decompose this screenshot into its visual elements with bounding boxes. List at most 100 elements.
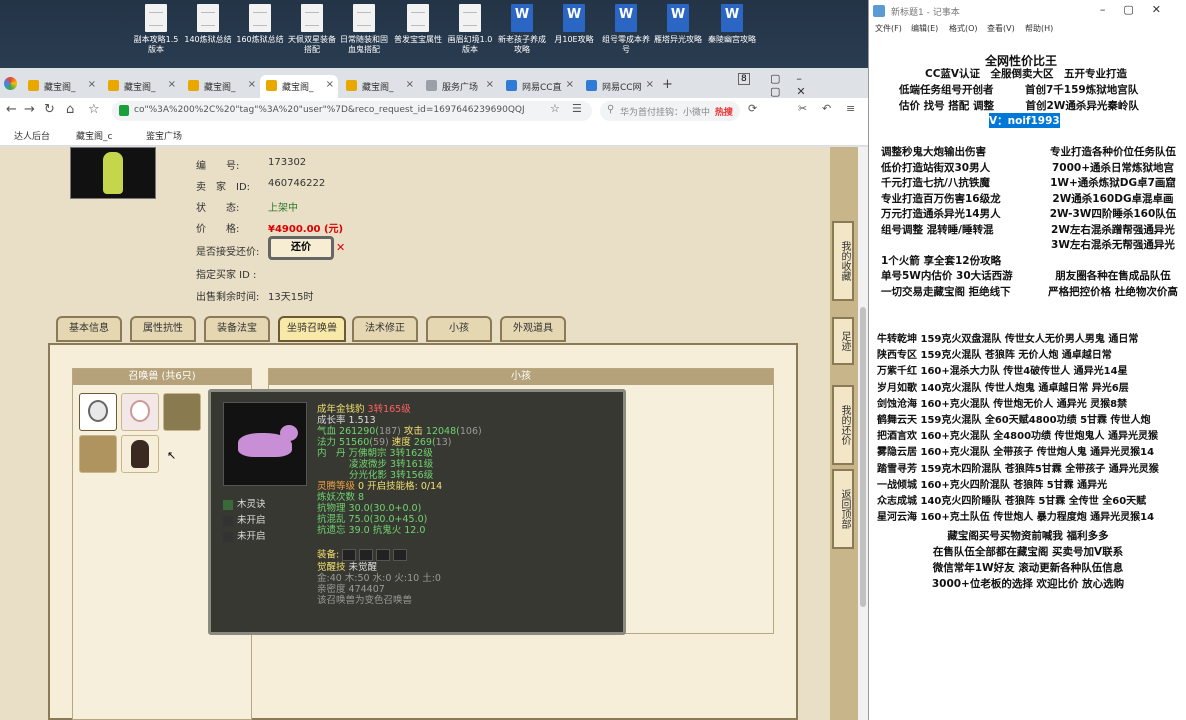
- tab-label: 藏宝阁_: [282, 83, 314, 93]
- pet-skill: 未开启: [223, 528, 266, 542]
- skill-icon: [223, 515, 233, 526]
- notepad-line: 估价 找号 搭配 调整 首创2W通杀异光秦岭队: [899, 100, 1139, 112]
- page-scrollbar[interactable]: [858, 147, 868, 720]
- notepad-text-area[interactable]: 全网性价比王 CC蓝V认证 全服倒卖大区 五开专业打造 低端任务组号开创者 首创7千…: [869, 40, 1186, 720]
- menu-format[interactable]: 格式(O): [949, 23, 978, 34]
- tab-appearance[interactable]: 外观道具: [500, 316, 566, 342]
- tab-close-icon[interactable]: ×: [168, 79, 176, 90]
- pet-portrait: [223, 402, 307, 486]
- reload-icon[interactable]: ↻: [44, 102, 55, 117]
- menu-file[interactable]: 文件(F): [875, 23, 902, 34]
- tab-mounts-pets[interactable]: 坐骑召唤兽: [278, 316, 346, 342]
- browser-tab[interactable]: 服务广场 ×: [420, 75, 498, 98]
- tab-basic-info[interactable]: 基本信息: [56, 316, 122, 342]
- tab-children[interactable]: 小孩: [426, 316, 492, 342]
- tab-label: 藏宝阁_: [44, 83, 76, 93]
- pet-slot[interactable]: [79, 435, 117, 473]
- word-document-icon: [615, 4, 637, 32]
- notepad-line: 千元打造七抗/八抗铁魔: [881, 177, 990, 189]
- menu-edit[interactable]: 编辑(E): [911, 23, 938, 34]
- browser-tab[interactable]: 网易CC直 ×: [500, 75, 578, 98]
- close-icon[interactable]: ✕: [336, 241, 345, 254]
- pet-mp: 法力 51560(: [317, 437, 373, 448]
- desktop-file-icon[interactable]: 组号零成本养号: [600, 4, 652, 55]
- search-input[interactable]: ⚲ 华为首付挂钩：小微中 热搜: [600, 101, 740, 121]
- back-to-top-button[interactable]: 返回顶部: [832, 469, 854, 549]
- tab-equipment[interactable]: 装备法宝: [204, 316, 270, 342]
- menu-view[interactable]: 查看(V): [987, 23, 1015, 34]
- browser-tab[interactable]: 藏宝阁_ ×: [260, 75, 338, 98]
- desktop-file-icon[interactable]: 月10E攻略: [548, 4, 600, 45]
- bookmark-item[interactable]: 达人后台: [14, 129, 50, 142]
- desktop-file-icon[interactable]: 秦陵幽宫攻略: [706, 4, 758, 45]
- new-tab-button[interactable]: +: [662, 77, 673, 92]
- list-icon[interactable]: ☰: [572, 102, 582, 115]
- desktop-file-label: 新老孩子养成攻略: [498, 35, 546, 54]
- tab-close-icon[interactable]: ×: [566, 79, 574, 90]
- bookmark-item[interactable]: 藏宝阁_c: [76, 129, 112, 142]
- tab-close-icon[interactable]: ×: [248, 79, 256, 90]
- star-icon[interactable]: ☆: [550, 102, 560, 115]
- desktop-icons-bar: 副本攻略1.5版本 140炼狱总结 160炼狱总结 天佩双星装备搭配 日常随装和固血鬼搭…: [0, 0, 868, 68]
- notepad-line: CC蓝V认证 全服倒卖大区 五开专业打造: [925, 68, 1128, 80]
- forward-icon[interactable]: →: [24, 102, 35, 117]
- tab-favicon-icon: [346, 80, 357, 91]
- tab-attributes[interactable]: 属性抗性: [130, 316, 196, 342]
- desktop-file-icon[interactable]: 新老孩子养成攻略: [496, 4, 548, 55]
- pet-slot[interactable]: [121, 393, 159, 431]
- tab-close-icon[interactable]: ×: [88, 79, 96, 90]
- footprint-button[interactable]: 足迹: [832, 317, 854, 365]
- extension-icon[interactable]: ⟳: [748, 102, 757, 115]
- browser-tab[interactable]: 藏宝阁_ ×: [102, 75, 180, 98]
- desktop-file-icon[interactable]: 天佩双星装备搭配: [286, 4, 338, 55]
- undo-icon[interactable]: ↶: [822, 102, 831, 115]
- field-value: 13天15时: [268, 292, 314, 303]
- back-icon[interactable]: ←: [6, 102, 17, 117]
- desktop-file-icon[interactable]: 140炼狱总结: [182, 4, 234, 45]
- equip-slot: [342, 549, 357, 561]
- tab-close-icon[interactable]: ×: [326, 79, 334, 90]
- notepad-line: 雾隐云居 160+克火混队 全带孩子 传世炮人鬼 通异光灵猴14: [877, 447, 1155, 459]
- menu-help[interactable]: 帮助(H): [1025, 23, 1053, 34]
- desktop-file-icon[interactable]: 雁塔异光攻略: [652, 4, 704, 45]
- bookmark-item[interactable]: 鉴宝广场: [146, 129, 182, 142]
- text-document-icon: [407, 4, 429, 32]
- notepad-line: 微信常年1W好友 滚动更新各种队伍信息: [932, 562, 1124, 574]
- pet-slot[interactable]: [79, 393, 117, 431]
- menu-icon[interactable]: ≡: [846, 102, 855, 115]
- desktop-file-icon[interactable]: 普发宝宝属性: [392, 4, 444, 45]
- browser-logo-icon[interactable]: [4, 77, 17, 90]
- cut-icon[interactable]: ✂: [798, 102, 807, 115]
- equip-slot: [393, 549, 408, 561]
- my-favorites-button[interactable]: 我的收藏: [832, 221, 854, 301]
- browser-tab[interactable]: 网易CC网 ×: [580, 75, 658, 98]
- bookmark-star-icon[interactable]: ☆: [88, 102, 100, 117]
- notepad-window-controls[interactable]: –▢✕: [1100, 3, 1179, 16]
- desktop-file-icon[interactable]: 副本攻略1.5版本: [130, 4, 182, 55]
- pet-slot[interactable]: [163, 393, 201, 431]
- tab-close-icon[interactable]: ×: [646, 79, 654, 90]
- browser-tab[interactable]: 藏宝阁_ ×: [22, 75, 100, 98]
- word-document-icon: [667, 4, 689, 32]
- my-offers-button[interactable]: 我的还价: [832, 385, 854, 465]
- notepad-icon: [873, 5, 885, 17]
- pet-resist: 抗混乱 75.0(30.0+45.0): [317, 514, 428, 525]
- field-label: 指定买家 ID :: [196, 270, 257, 281]
- desktop-file-icon[interactable]: 日常随装和固血鬼搭配: [338, 4, 390, 55]
- url-input[interactable]: co"%3A%200%2C%20"tag"%3A%20"user"%7D&rec…: [112, 101, 592, 121]
- counter-offer-button[interactable]: 还价: [268, 236, 334, 260]
- browser-tab[interactable]: 藏宝阁_ ×: [340, 75, 418, 98]
- home-icon[interactable]: ⌂: [66, 102, 74, 117]
- notepad-line: 踏雪寻芳 159克木四阶混队 苍狼阵5甘霖 全带孩子 通异光灵猴: [877, 463, 1159, 475]
- notepad-line: 岁月如歌 140克火混队 传世人炮鬼 通卓越日常 异光6层: [877, 382, 1129, 394]
- tab-close-icon[interactable]: ×: [406, 79, 414, 90]
- pet-slot[interactable]: [121, 435, 159, 473]
- desktop-file-icon[interactable]: 160炼狱总结: [234, 4, 286, 45]
- browser-tab[interactable]: 藏宝阁_ ×: [182, 75, 260, 98]
- tab-spells[interactable]: 法术修正: [352, 316, 418, 342]
- detail-box-title: 小孩: [269, 369, 773, 385]
- tab-close-icon[interactable]: ×: [486, 79, 494, 90]
- desktop-file-icon[interactable]: 画眉幻境1.0版本: [444, 4, 496, 55]
- window-controls[interactable]: ▢–▢✕: [770, 72, 868, 98]
- tab-count-badge[interactable]: 8: [738, 73, 750, 85]
